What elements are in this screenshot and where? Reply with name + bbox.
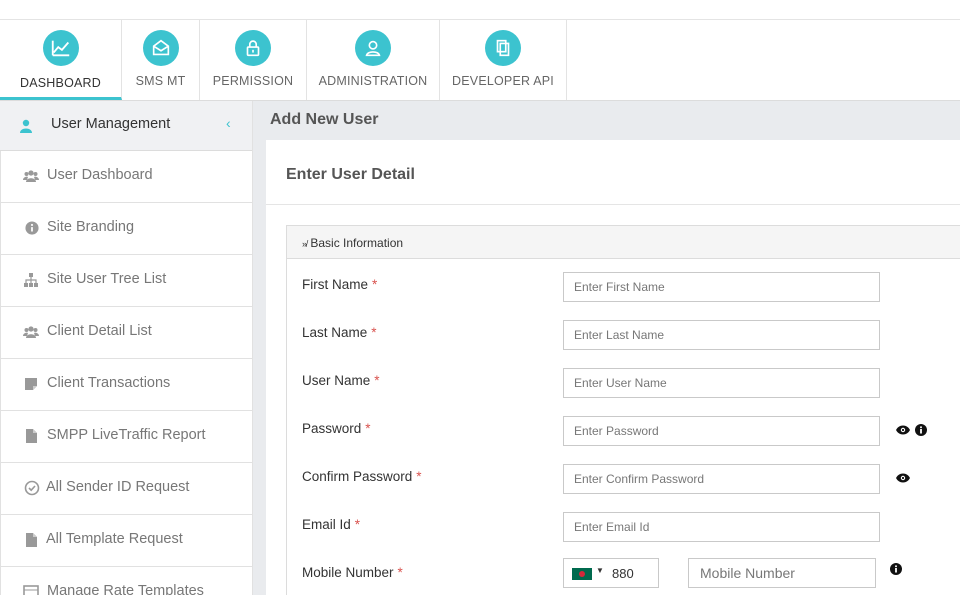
- user-icon: [355, 30, 391, 66]
- sidebar-item-site-user-tree-list[interactable]: Site User Tree List: [0, 255, 252, 307]
- basic-information-panel: »̸ Basic Information First Name* Last Na…: [286, 225, 960, 595]
- sitemap-icon: [24, 273, 38, 287]
- top-strip: [0, 0, 960, 20]
- sidebar-item-label: User Dashboard: [47, 167, 153, 183]
- nav-sms-mt[interactable]: SMS MT: [122, 20, 200, 100]
- panel-title: »̸ Basic Information: [302, 236, 403, 250]
- sidebar-item-smpp-livetraffic-report[interactable]: SMPP LiveTraffic Report: [0, 411, 252, 463]
- bangladesh-flag-icon: [572, 568, 592, 580]
- card-title: Enter User Detail: [286, 166, 415, 183]
- email-input[interactable]: [563, 512, 880, 542]
- nav-administration[interactable]: ADMINISTRATION: [307, 20, 440, 100]
- sidebar-item-label: SMPP LiveTraffic Report: [47, 427, 206, 443]
- sidebar-item-site-branding[interactable]: Site Branding: [0, 203, 252, 255]
- password-input[interactable]: [563, 416, 880, 446]
- sidebar-item-all-template-request[interactable]: All Template Request: [0, 515, 252, 567]
- sidebar-item-label: Site User Tree List: [47, 271, 167, 287]
- info-circle-icon[interactable]: [915, 424, 927, 436]
- field-label: User Name *: [302, 373, 380, 388]
- file-icon: [26, 429, 37, 443]
- envelope-icon: [142, 30, 179, 66]
- sidebar-title: User Management: [51, 116, 171, 132]
- users-icon: [23, 170, 39, 182]
- nav-label: DASHBOARD: [20, 76, 101, 90]
- info-circle-icon: [25, 221, 39, 235]
- mobile-number-row: Mobile Number * ▼ 880: [287, 558, 960, 595]
- confirm-password-input[interactable]: [563, 464, 880, 494]
- panel-title-text: Basic Information: [310, 236, 404, 250]
- sidebar-item-all-sender-id-request[interactable]: All Sender ID Request: [0, 463, 252, 515]
- double-chevron-down-icon: »̸: [302, 239, 308, 249]
- confirm-password-row: Confirm Password *: [287, 464, 960, 517]
- sidebar-item-label: Site Branding: [47, 219, 135, 235]
- sidebar-item-client-transactions[interactable]: Client Transactions: [0, 359, 252, 411]
- chart-line-icon: [42, 30, 79, 66]
- nav-label: ADMINISTRATION: [318, 74, 428, 88]
- file-icon: [26, 533, 37, 547]
- sidebar-item-user-dashboard[interactable]: User Dashboard: [0, 151, 252, 203]
- users-icon: [23, 326, 39, 338]
- field-label: Last Name *: [302, 325, 377, 340]
- check-circle-icon: [24, 480, 40, 496]
- sidebar-item-label: All Sender ID Request: [46, 479, 190, 495]
- sidebar-item-label: Client Transactions: [47, 375, 171, 391]
- country-code: 880: [612, 566, 634, 581]
- eye-icon[interactable]: [896, 473, 910, 483]
- info-circle-icon[interactable]: [890, 563, 902, 575]
- table-icon: [23, 585, 39, 595]
- user-detail-card: Enter User Detail »̸ Basic Information F…: [266, 140, 960, 595]
- field-label: Email Id *: [302, 517, 361, 532]
- mobile-number-input[interactable]: [688, 558, 876, 588]
- main-content: Add New User Enter User Detail »̸ Basic …: [253, 101, 960, 595]
- user-icon: [20, 119, 32, 133]
- password-row: Password *: [287, 416, 960, 469]
- sticky-note-icon: [25, 378, 37, 390]
- panel-header[interactable]: »̸ Basic Information: [287, 226, 960, 259]
- nav-developer-api[interactable]: DEVELOPER API: [440, 20, 567, 100]
- field-label: Password *: [302, 421, 371, 436]
- user-name-input[interactable]: [563, 368, 880, 398]
- last-name-row: Last Name *: [287, 320, 960, 373]
- sidebar: User Management ‹ User Dashboard Site Br…: [0, 101, 253, 595]
- chevron-left-icon[interactable]: ‹: [226, 115, 231, 131]
- first-name-input[interactable]: [563, 272, 880, 302]
- nav-label: PERMISSION: [212, 74, 294, 88]
- nav-label: SMS MT: [135, 74, 186, 88]
- main-nav: DASHBOARD SMS MT PERMISSION ADMINISTRATI…: [0, 20, 960, 101]
- field-label: Confirm Password *: [302, 469, 422, 484]
- caret-down-icon: ▼: [596, 566, 604, 575]
- sidebar-item-label: Manage Rate Templates: [47, 583, 204, 595]
- last-name-input[interactable]: [563, 320, 880, 350]
- page-title: Add New User: [270, 111, 379, 128]
- nav-label: DEVELOPER API: [452, 74, 554, 88]
- user-name-row: User Name *: [287, 368, 960, 421]
- sidebar-header[interactable]: User Management ‹: [0, 101, 252, 151]
- lock-icon: [235, 30, 271, 66]
- sidebar-item-label: Client Detail List: [47, 323, 152, 339]
- eye-icon[interactable]: [896, 425, 910, 435]
- divider: [266, 204, 960, 205]
- country-code-select[interactable]: ▼ 880: [563, 558, 659, 588]
- field-label: Mobile Number *: [302, 565, 403, 580]
- documents-icon: [485, 30, 521, 66]
- nav-dashboard[interactable]: DASHBOARD: [0, 20, 122, 100]
- nav-permission[interactable]: PERMISSION: [200, 20, 307, 100]
- sidebar-item-client-detail-list[interactable]: Client Detail List: [0, 307, 252, 359]
- sidebar-item-label: All Template Request: [46, 531, 183, 547]
- field-label: First Name *: [302, 277, 378, 292]
- sidebar-item-manage-rate-templates[interactable]: Manage Rate Templates: [0, 567, 252, 595]
- first-name-row: First Name *: [287, 272, 960, 325]
